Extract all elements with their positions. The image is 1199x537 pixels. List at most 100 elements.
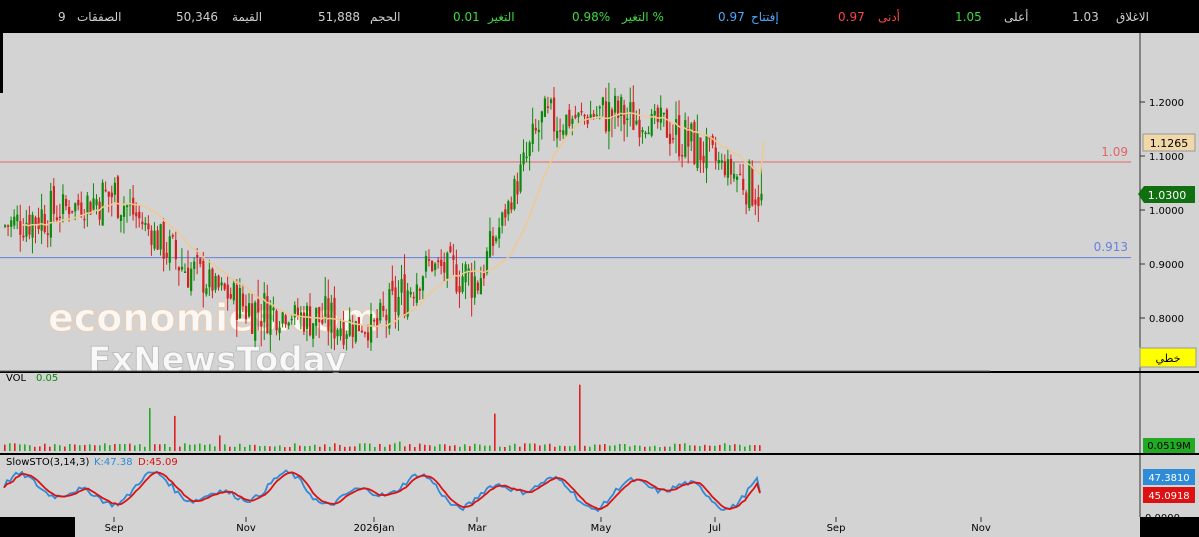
candle-body[interactable]: [10, 220, 13, 227]
candle-body[interactable]: [522, 152, 525, 165]
volume-bar[interactable]: [299, 445, 301, 451]
candle-body[interactable]: [629, 102, 632, 113]
candle-body[interactable]: [659, 107, 662, 123]
volume-bar[interactable]: [554, 446, 556, 451]
candle-body[interactable]: [92, 198, 95, 210]
candle-body[interactable]: [476, 282, 479, 291]
candle-body[interactable]: [7, 225, 10, 227]
volume-bar[interactable]: [89, 444, 91, 451]
candle-body[interactable]: [126, 205, 129, 208]
candle-body[interactable]: [705, 135, 708, 169]
candle-body[interactable]: [699, 137, 702, 161]
volume-bar[interactable]: [364, 443, 366, 451]
volume-bar[interactable]: [269, 446, 271, 451]
candle-body[interactable]: [516, 181, 519, 195]
candle-body[interactable]: [244, 305, 248, 320]
candle-body[interactable]: [473, 276, 476, 298]
candle-body[interactable]: [302, 312, 306, 332]
candle-body[interactable]: [165, 252, 168, 258]
volume-bar[interactable]: [669, 446, 671, 451]
candle-body[interactable]: [714, 147, 717, 161]
volume-bar[interactable]: [379, 443, 381, 451]
candle-body[interactable]: [177, 267, 181, 271]
volume-bar[interactable]: [694, 445, 696, 452]
volume-bar[interactable]: [14, 443, 16, 451]
volume-bar[interactable]: [334, 443, 336, 451]
candle-body[interactable]: [278, 327, 281, 334]
candle-body[interactable]: [248, 303, 251, 317]
candle-body[interactable]: [284, 315, 287, 325]
volume-bar[interactable]: [4, 444, 6, 451]
volume-bar[interactable]: [79, 445, 81, 451]
volume-bar[interactable]: [444, 444, 446, 451]
volume-bar[interactable]: [174, 415, 176, 451]
volume-bar[interactable]: [329, 446, 331, 451]
candle-body[interactable]: [757, 197, 760, 207]
volume-bar[interactable]: [729, 445, 731, 451]
volume-bar[interactable]: [604, 444, 606, 451]
candle-body[interactable]: [4, 225, 7, 227]
candle-body[interactable]: [199, 258, 202, 264]
volume-bar[interactable]: [179, 446, 181, 451]
candle-body[interactable]: [549, 99, 553, 104]
candle-body[interactable]: [559, 130, 562, 132]
candle-body[interactable]: [720, 160, 723, 163]
volume-bar[interactable]: [714, 445, 716, 451]
volume-bar[interactable]: [419, 443, 421, 452]
volume-bar[interactable]: [194, 444, 196, 452]
volume-bar[interactable]: [464, 444, 466, 451]
volume-bar[interactable]: [129, 443, 131, 451]
volume-bar[interactable]: [429, 445, 431, 451]
candle-body[interactable]: [324, 296, 327, 319]
volume-bar[interactable]: [759, 445, 761, 451]
candle-body[interactable]: [376, 318, 379, 327]
candle-body[interactable]: [31, 214, 34, 238]
candle-body[interactable]: [492, 235, 495, 246]
candle-body[interactable]: [202, 261, 205, 293]
candle-body[interactable]: [653, 110, 656, 116]
candle-body[interactable]: [52, 186, 55, 214]
candle-body[interactable]: [668, 133, 672, 144]
candle-body[interactable]: [626, 118, 629, 120]
volume-bar[interactable]: [259, 446, 261, 451]
candle-body[interactable]: [675, 119, 678, 135]
volume-bar[interactable]: [309, 445, 311, 451]
candle-body[interactable]: [525, 156, 528, 159]
candle-body[interactable]: [238, 288, 242, 319]
volume-bar[interactable]: [434, 446, 436, 451]
volume-bar[interactable]: [394, 443, 396, 451]
candle-body[interactable]: [732, 173, 736, 179]
volume-bar[interactable]: [589, 446, 591, 451]
candle-body[interactable]: [446, 252, 449, 279]
candle-body[interactable]: [397, 296, 400, 316]
volume-bar[interactable]: [514, 443, 516, 451]
candle-body[interactable]: [568, 109, 571, 127]
candle-body[interactable]: [80, 202, 83, 215]
candle-body[interactable]: [598, 106, 601, 109]
candle-body[interactable]: [77, 199, 80, 206]
volume-bar[interactable]: [439, 444, 441, 451]
candle-body[interactable]: [678, 115, 681, 157]
candle-body[interactable]: [65, 198, 68, 207]
candle-body[interactable]: [22, 235, 25, 238]
candle-body[interactable]: [470, 271, 473, 298]
volume-bar[interactable]: [274, 446, 276, 452]
candle-body[interactable]: [113, 182, 116, 195]
volume-bar[interactable]: [154, 444, 156, 451]
volume-bar[interactable]: [494, 413, 496, 451]
candle-body[interactable]: [168, 236, 171, 263]
volume-bar[interactable]: [134, 445, 136, 451]
volume-bar[interactable]: [544, 444, 546, 452]
candle-body[interactable]: [232, 282, 235, 301]
candle-body[interactable]: [647, 132, 650, 135]
candle-body[interactable]: [147, 223, 150, 230]
volume-bar[interactable]: [39, 446, 41, 451]
volume-bar[interactable]: [139, 444, 141, 451]
candle-body[interactable]: [214, 276, 217, 290]
candle-body[interactable]: [681, 154, 684, 157]
candle-body[interactable]: [138, 211, 141, 219]
volume-bar[interactable]: [29, 445, 31, 451]
volume-bar[interactable]: [34, 446, 36, 451]
candle-body[interactable]: [196, 254, 199, 258]
candle-body[interactable]: [150, 230, 153, 245]
